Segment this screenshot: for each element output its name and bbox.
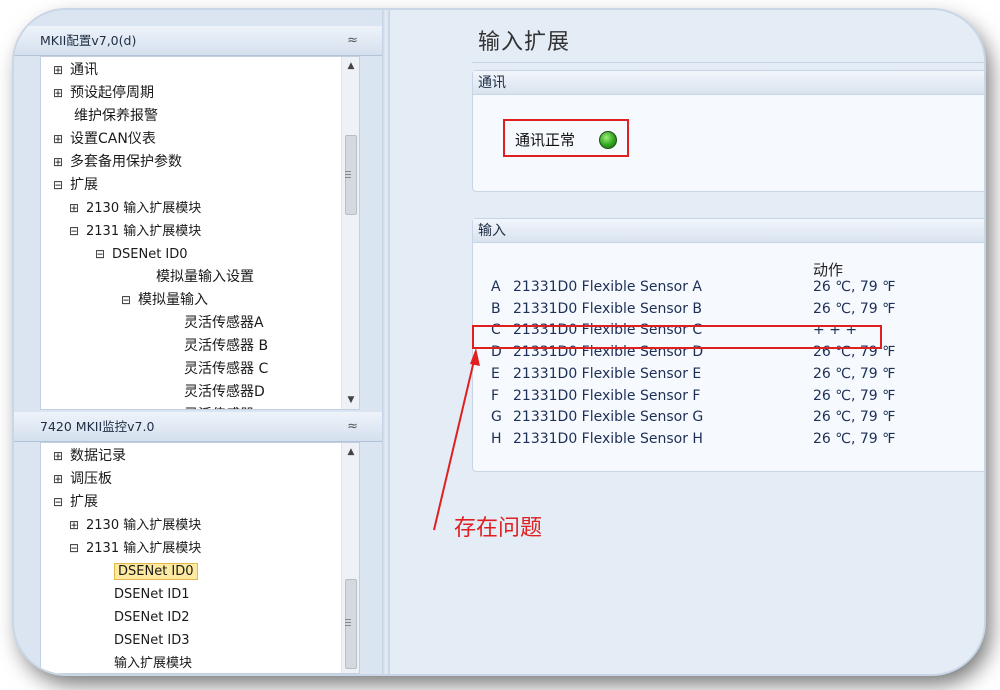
annotation-label: 存在问题 xyxy=(454,516,543,541)
app-window: MKII配置v7,0(d) ≈ ⊞ 通讯 ⊞ 预设起停周期 维护保养报警 ⊞ 设置CAN仪表… xyxy=(14,10,984,674)
annotation-arrow xyxy=(433,348,480,531)
